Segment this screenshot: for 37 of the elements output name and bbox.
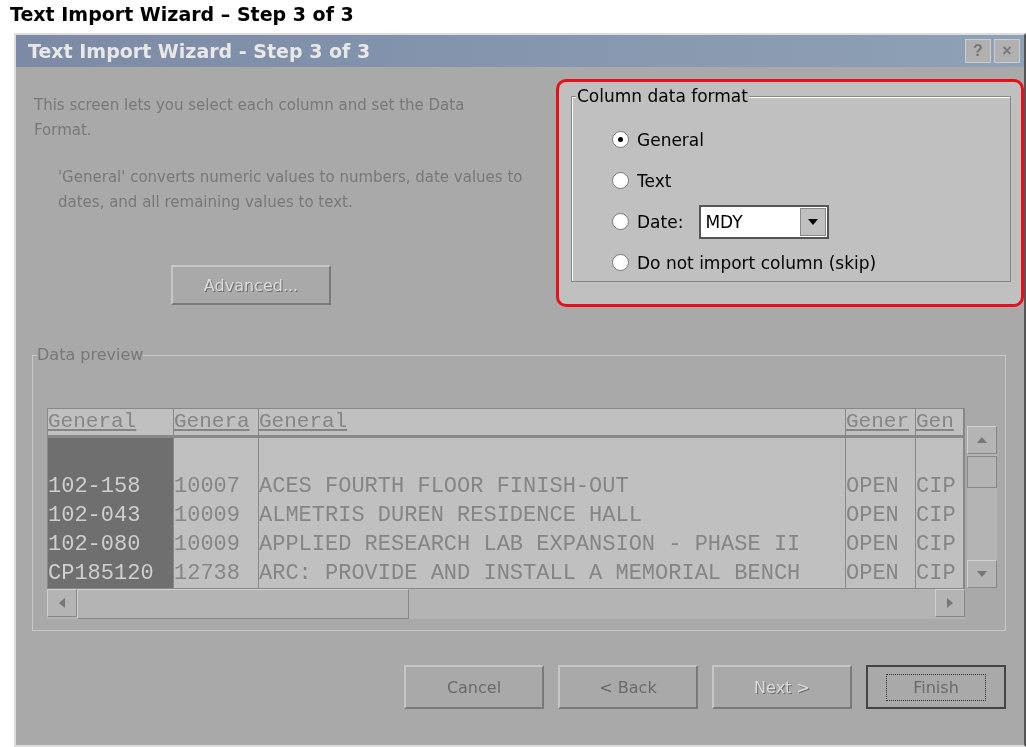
table-cell-text: OPEN <box>846 502 900 530</box>
option-label[interactable]: Do not import column (skip) <box>637 252 877 273</box>
table-cell-text: CIP <box>916 502 957 530</box>
table-cell-text: ACES FOURTH FLOOR FINISH-OUT <box>259 473 630 501</box>
radio-button[interactable] <box>612 254 629 271</box>
window-title: Text Import Wizard - Step 3 of 3 <box>28 40 371 62</box>
column-header[interactable]: General <box>259 409 846 435</box>
column-header[interactable]: Gen <box>916 409 964 435</box>
option-label[interactable]: Text <box>637 170 672 191</box>
table-cell-text: ALMETRIS DUREN RESIDENCE HALL <box>259 502 643 530</box>
table-cell-text: CIP <box>916 560 957 588</box>
option-label[interactable]: Date: <box>637 211 684 232</box>
table-cell-text: CIP <box>916 531 957 559</box>
column-header[interactable]: Gener <box>846 409 916 435</box>
column-header[interactable]: Genera <box>174 409 259 435</box>
table-cell-text: 12738 <box>174 560 241 588</box>
table-cell-text: ARC: PROVIDE AND INSTALL A MEMORIAL BENCH <box>259 560 802 588</box>
table-cell-text: OPEN <box>846 560 900 588</box>
radio-button[interactable] <box>612 172 629 189</box>
scroll-down-icon[interactable] <box>967 560 997 588</box>
table-cell-text: OPEN <box>846 473 900 501</box>
column-header[interactable]: General <box>48 409 174 435</box>
scroll-right-icon[interactable] <box>935 589 965 617</box>
table-cell-text: 10007 <box>174 473 241 501</box>
page-heading: Text Import Wizard – Step 3 of 3 <box>9 2 355 27</box>
option-label[interactable]: General <box>637 129 704 150</box>
radio-button[interactable] <box>612 213 629 230</box>
date-format-dropdown[interactable]: MDY <box>699 204 830 239</box>
table-cell-text: 10009 <box>174 502 241 530</box>
table-cell-text: 10009 <box>174 531 241 559</box>
radio-button[interactable] <box>612 131 629 148</box>
table-cell-text: OPEN <box>846 531 900 559</box>
table-cell-text: CIP <box>916 473 957 501</box>
scroll-thumb[interactable] <box>967 456 997 488</box>
table-cell-text: APPLIED RESEARCH LAB EXPANSION - PHASE II <box>259 531 802 559</box>
scroll-left-icon[interactable] <box>47 589 77 617</box>
scroll-up-icon[interactable] <box>967 426 997 454</box>
